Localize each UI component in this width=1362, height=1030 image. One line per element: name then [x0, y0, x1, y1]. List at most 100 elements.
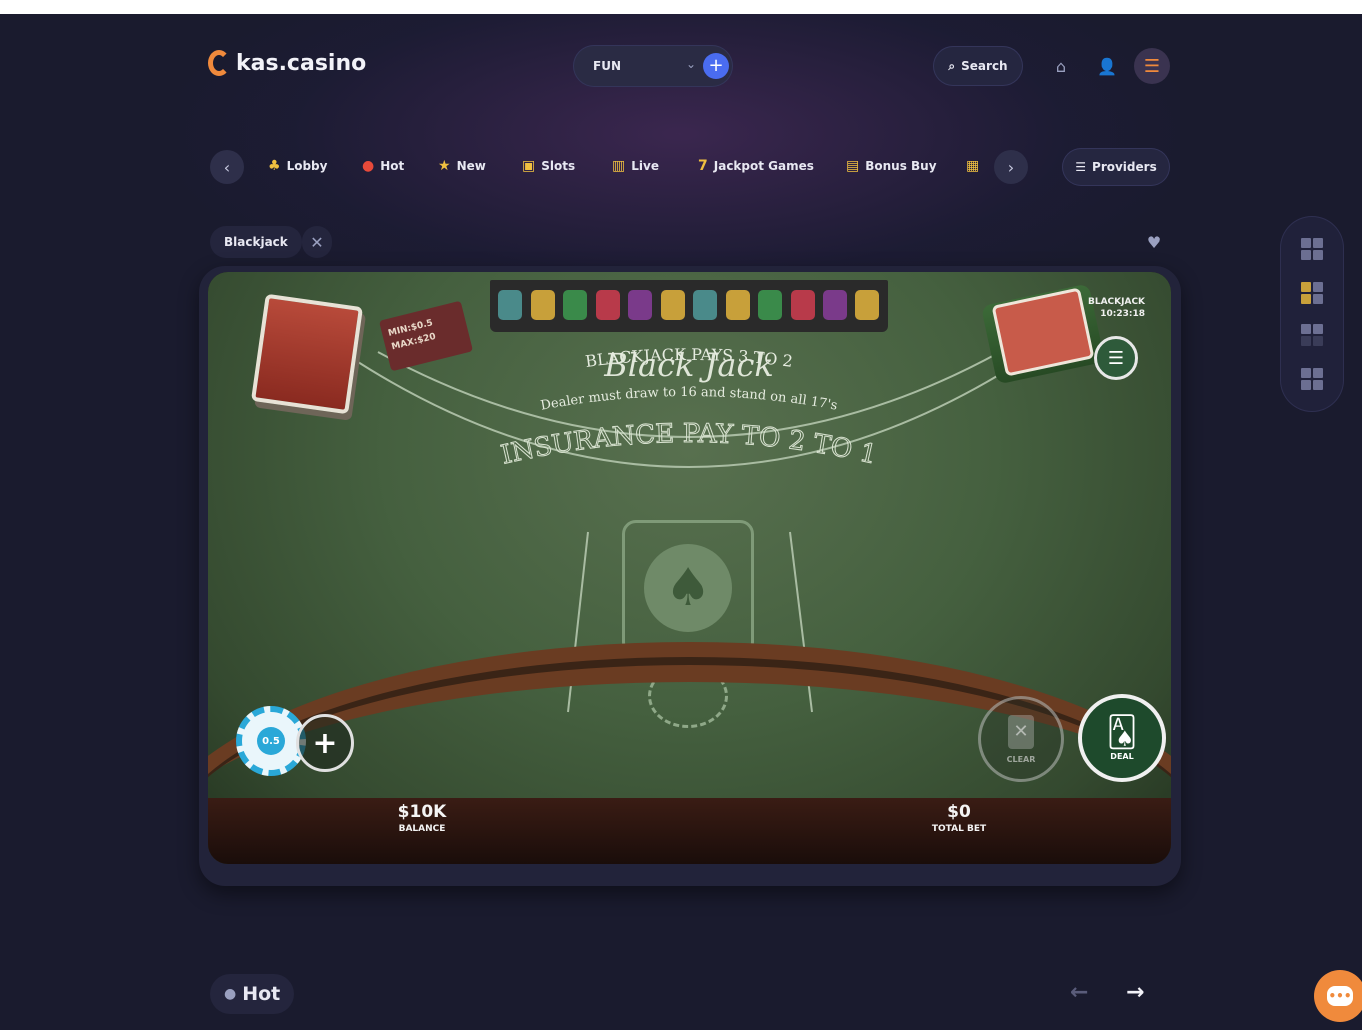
- user-icon[interactable]: 👤: [1092, 50, 1122, 82]
- nav-prev-button[interactable]: ‹: [210, 150, 244, 184]
- game-info: BLACKJACK 10:23:18: [1088, 296, 1145, 320]
- section-title-hot[interactable]: ● Hot: [210, 974, 295, 1014]
- tray-chip: [725, 290, 750, 320]
- game-info-time: 10:23:18: [1100, 309, 1146, 319]
- nav-item-new[interactable]: ★ New: [438, 158, 486, 174]
- seven-icon: 7: [698, 158, 708, 174]
- logo-text: kas.casino: [236, 50, 367, 76]
- briefcase-icon: ▦: [966, 158, 980, 174]
- tray-chip: [758, 290, 783, 320]
- clear-button[interactable]: ✕ CLEAR: [978, 696, 1064, 782]
- game-rule-insurance: INSURANCE PAY TO 2 TO 1: [498, 419, 879, 471]
- mode-value: FUN: [593, 59, 621, 73]
- tray-chip: [855, 290, 880, 320]
- hamburger-icon: ☰: [1107, 347, 1125, 369]
- carousel-prev-button[interactable]: ←: [1070, 980, 1088, 1005]
- filter-icon: ☰: [1075, 160, 1087, 174]
- clear-icon: ✕: [1008, 714, 1034, 749]
- tray-chip: [822, 290, 847, 320]
- hamburger-icon: ☰: [1143, 55, 1161, 77]
- lobby-icon: ♣: [268, 158, 281, 174]
- close-game-button[interactable]: ✕: [302, 226, 332, 258]
- breadcrumb-label: Blackjack: [224, 235, 288, 249]
- flame-icon: ●: [362, 158, 375, 174]
- logo-mark-icon: [208, 50, 230, 76]
- arrow-left-icon: ←: [1070, 980, 1089, 1005]
- flame-icon: ●: [224, 986, 237, 1002]
- chevron-right-icon: ›: [1007, 157, 1015, 177]
- tray-chip: [563, 290, 588, 320]
- nav-item-slots[interactable]: ▣ Slots: [522, 158, 575, 174]
- live-icon: ▥: [612, 158, 626, 174]
- favorite-button[interactable]: ♥: [1140, 228, 1168, 256]
- nav-item-jackpot-games[interactable]: 7 Jackpot Games: [698, 158, 814, 174]
- deal-label: DEAL: [1110, 752, 1134, 761]
- layout-dual-icon[interactable]: [1301, 324, 1323, 346]
- balance-value: $10K: [397, 802, 447, 822]
- tray-chip: [530, 290, 555, 320]
- deposit-plus-button[interactable]: +: [703, 53, 729, 79]
- cards-icon: 🂡: [1106, 715, 1138, 750]
- clear-label: CLEAR: [1006, 754, 1036, 764]
- chip-value: 0.5: [257, 727, 285, 755]
- close-icon: ✕: [310, 232, 324, 252]
- game-info-name: BLACKJACK: [1088, 297, 1146, 307]
- menu-button[interactable]: ☰: [1134, 48, 1170, 84]
- nav-item-label: New: [456, 159, 486, 173]
- nav-item-bonus-buy[interactable]: ▤ Bonus Buy: [846, 158, 937, 174]
- nav-item-label: Bonus Buy: [865, 159, 937, 173]
- chat-icon: •••: [1327, 986, 1353, 1006]
- star-icon: ★: [438, 158, 451, 174]
- nav-item-label: Jackpot Games: [713, 159, 814, 173]
- carousel-next-button[interactable]: →: [1126, 980, 1144, 1005]
- random-game-icon[interactable]: [1301, 238, 1323, 260]
- tray-chip: [790, 290, 815, 320]
- top-margin: [0, 0, 1362, 14]
- search-label: Search: [961, 59, 1008, 73]
- heart-icon: ♥: [1146, 232, 1162, 252]
- tray-chip: [595, 290, 620, 320]
- nav-item-label: Slots: [541, 159, 576, 173]
- game-menu-button[interactable]: ☰: [1094, 336, 1138, 380]
- card-deck: [250, 293, 364, 415]
- chevron-down-icon: ⌄: [686, 57, 697, 71]
- add-chip-button[interactable]: +: [296, 714, 354, 772]
- status-strip: [208, 798, 1171, 864]
- nav-item-label: Live: [631, 159, 659, 173]
- balance-label: BALANCE: [398, 824, 446, 834]
- layout-quad-icon[interactable]: [1301, 368, 1323, 390]
- spade-icon: ♠: [644, 544, 732, 632]
- search-button[interactable]: ⌕ Search: [933, 46, 1023, 86]
- providers-button[interactable]: ☰ Providers: [1062, 148, 1170, 186]
- balance-stat: $10K BALANCE: [388, 802, 456, 834]
- tray-chip: [693, 290, 718, 320]
- nav-item-lobby[interactable]: ♣ Lobby: [268, 158, 327, 174]
- section-title-label: Hot: [242, 983, 281, 1005]
- nav-next-button[interactable]: ›: [994, 150, 1028, 184]
- tray-chip: [660, 290, 685, 320]
- breadcrumb-game[interactable]: Blackjack: [210, 226, 302, 258]
- nav-item-label: Lobby: [286, 159, 328, 173]
- game-rule-dealer: Dealer must draw to 16 and stand on all …: [539, 385, 838, 414]
- deal-button[interactable]: 🂡 DEAL: [1078, 694, 1166, 782]
- site-logo[interactable]: kas.casino: [208, 50, 366, 76]
- chevron-left-icon: ‹: [223, 157, 231, 177]
- gift-icon[interactable]: ⌂: [1046, 50, 1076, 82]
- nav-item-hot[interactable]: ● Hot: [362, 158, 404, 174]
- nav-item-more[interactable]: ▦: [966, 158, 979, 174]
- mode-select[interactable]: FUN ⌄ +: [573, 45, 733, 87]
- tray-chip: [628, 290, 653, 320]
- tray-chip: [498, 290, 523, 320]
- providers-label: Providers: [1092, 160, 1157, 174]
- total-bet-value: $0: [947, 802, 971, 822]
- arrow-right-icon: →: [1126, 980, 1145, 1005]
- slots-icon: ▣: [522, 158, 536, 174]
- layout-single-icon[interactable]: [1301, 282, 1323, 304]
- chat-button[interactable]: •••: [1314, 970, 1362, 1022]
- search-icon: ⌕: [948, 58, 956, 73]
- gift-icon: ▤: [846, 158, 860, 174]
- nav-item-live[interactable]: ▥ Live: [612, 158, 659, 174]
- nav-item-label: Hot: [380, 159, 405, 173]
- game-canvas[interactable]: Black Jack BLACKJACK PAYS 3 TO 2 Dealer …: [208, 272, 1171, 864]
- total-bet-stat: $0 TOTAL BET: [924, 802, 994, 834]
